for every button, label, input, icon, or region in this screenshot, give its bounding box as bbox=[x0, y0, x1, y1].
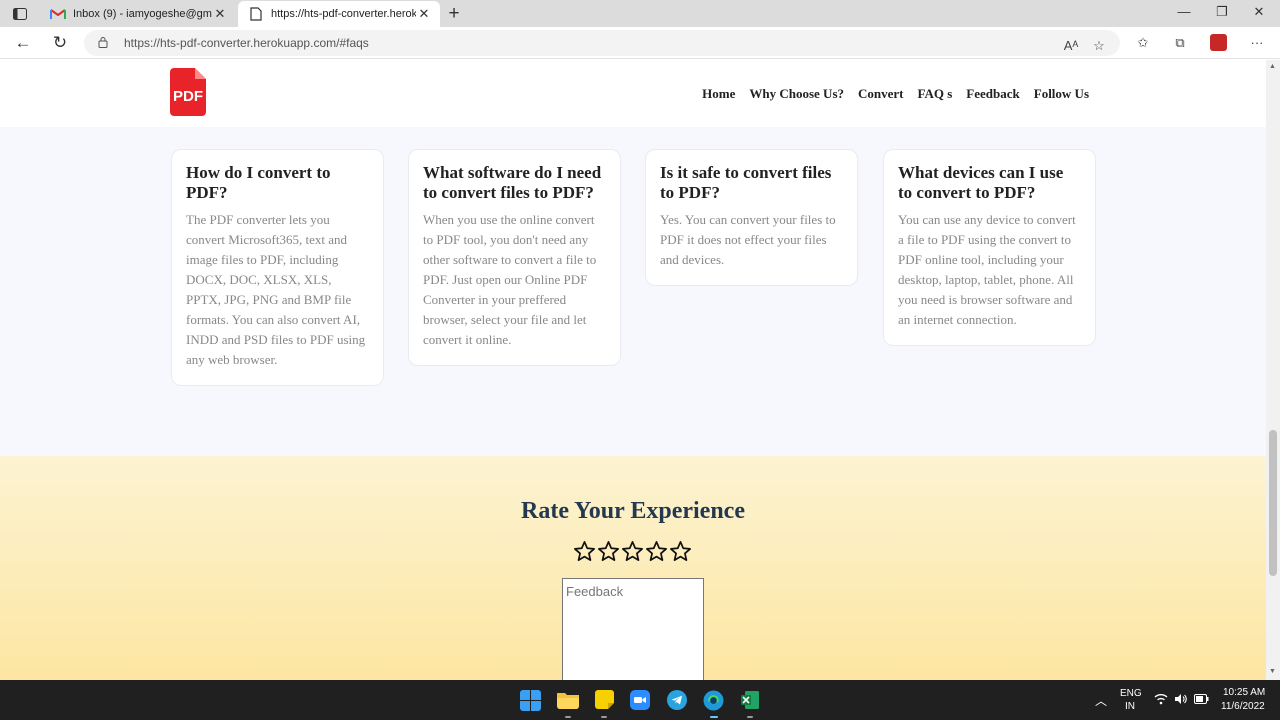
pdf-logo-icon[interactable]: PDF bbox=[170, 68, 206, 116]
running-indicator bbox=[747, 716, 753, 718]
scroll-up-icon[interactable]: ▲ bbox=[1269, 63, 1276, 70]
page-viewport: PDF Home Why Choose Us? Convert FAQ s Fe… bbox=[0, 60, 1266, 680]
lock-icon bbox=[98, 37, 108, 48]
page-scrollbar[interactable]: ▲ ▼ bbox=[1266, 60, 1280, 680]
active-indicator bbox=[710, 716, 718, 718]
sticky-notes-icon[interactable] bbox=[595, 690, 614, 709]
wifi-icon[interactable] bbox=[1154, 693, 1168, 705]
star-icon[interactable] bbox=[597, 540, 620, 563]
url-field[interactable]: https://hts-pdf-converter.herokuapp.com/… bbox=[84, 30, 1120, 56]
tab-actions-icon[interactable] bbox=[10, 5, 30, 23]
nav-follow-us[interactable]: Follow Us bbox=[1034, 86, 1089, 102]
clock-date: 11/6/2022 bbox=[1221, 701, 1265, 712]
faq-question: Is it safe to convert files to PDF? bbox=[660, 163, 832, 202]
file-explorer-icon[interactable] bbox=[557, 691, 579, 709]
nav-why-choose-us[interactable]: Why Choose Us? bbox=[749, 86, 844, 102]
extension-icon[interactable] bbox=[1210, 34, 1227, 51]
faq-answer: You can use any device to convert a file… bbox=[898, 212, 1076, 327]
close-tab-icon[interactable]: ✕ bbox=[416, 6, 432, 22]
window-close-icon[interactable]: ✕ bbox=[1249, 4, 1269, 20]
start-icon[interactable] bbox=[520, 690, 541, 711]
rating-section: Rate Your Experience bbox=[0, 456, 1266, 680]
nav-feedback[interactable]: Feedback bbox=[966, 86, 1019, 102]
star-icon[interactable] bbox=[645, 540, 668, 563]
telegram-icon[interactable] bbox=[667, 690, 687, 710]
logo-text: PDF bbox=[173, 88, 203, 105]
refresh-icon[interactable]: ↻ bbox=[49, 32, 71, 54]
browser-tab-bar: Inbox (9) - iamyogeshe@gmail.c ✕ https:/… bbox=[0, 0, 1280, 27]
nav-home[interactable]: Home bbox=[702, 86, 735, 102]
url-text: https://hts-pdf-converter.herokuapp.com/… bbox=[124, 36, 369, 50]
faq-answer: Yes. You can convert your files to PDF i… bbox=[660, 212, 836, 267]
nav-faqs[interactable]: FAQ s bbox=[918, 86, 953, 102]
running-indicator bbox=[601, 716, 607, 718]
favorite-add-icon[interactable]: ☆ bbox=[1090, 38, 1108, 54]
feedback-textarea[interactable] bbox=[562, 578, 704, 680]
faq-card: What software do I need to convert files… bbox=[408, 149, 621, 366]
rating-title: Rate Your Experience bbox=[521, 498, 745, 524]
battery-icon[interactable] bbox=[1194, 694, 1209, 704]
star-icon[interactable] bbox=[669, 540, 692, 563]
address-bar: ← ↻ https://hts-pdf-converter.herokuapp.… bbox=[0, 27, 1280, 59]
tab-title: Inbox (9) - iamyogeshe@gmail.c bbox=[73, 8, 212, 20]
minimize-icon[interactable]: — bbox=[1174, 4, 1194, 19]
running-indicator bbox=[565, 716, 571, 718]
faq-card: Is it safe to convert files to PDF? Yes.… bbox=[645, 149, 858, 286]
star-icon[interactable] bbox=[573, 540, 596, 563]
excel-icon[interactable] bbox=[740, 690, 760, 710]
star-rating bbox=[573, 540, 692, 563]
new-tab-button[interactable]: + bbox=[444, 3, 464, 25]
region-indicator: IN bbox=[1125, 701, 1135, 712]
faq-section: How do I convert to PDF? The PDF convert… bbox=[0, 127, 1266, 456]
main-nav: Home Why Choose Us? Convert FAQ s Feedba… bbox=[702, 86, 1089, 102]
scroll-thumb[interactable] bbox=[1269, 430, 1277, 576]
language-indicator[interactable]: ENG bbox=[1120, 688, 1142, 699]
tray-overflow-icon[interactable]: ︿ bbox=[1095, 692, 1107, 709]
page-icon bbox=[248, 6, 264, 22]
tab-gmail[interactable]: Inbox (9) - iamyogeshe@gmail.c ✕ bbox=[40, 1, 236, 27]
faq-question: What devices can I use to convert to PDF… bbox=[898, 163, 1064, 202]
close-tab-icon[interactable]: ✕ bbox=[212, 6, 228, 22]
restore-icon[interactable]: ❐ bbox=[1212, 4, 1232, 20]
nav-convert[interactable]: Convert bbox=[858, 86, 904, 102]
more-menu-icon[interactable]: ··· bbox=[1248, 35, 1266, 50]
windows-taskbar: ︿ ENG IN 10:25 AM 11/6/2022 bbox=[0, 680, 1280, 720]
volume-icon[interactable] bbox=[1174, 693, 1188, 705]
star-icon[interactable] bbox=[621, 540, 644, 563]
gmail-icon bbox=[50, 6, 66, 22]
favorites-icon[interactable]: ✩ bbox=[1134, 35, 1152, 51]
collections-icon[interactable]: ⧉ bbox=[1171, 35, 1189, 51]
clock-time[interactable]: 10:25 AM bbox=[1223, 687, 1265, 698]
back-icon[interactable]: ← bbox=[12, 32, 34, 54]
faq-card: How do I convert to PDF? The PDF convert… bbox=[171, 149, 384, 386]
scroll-down-icon[interactable]: ▼ bbox=[1269, 668, 1276, 675]
edge-icon[interactable] bbox=[703, 690, 724, 711]
tab-title: https://hts-pdf-converter.heroku bbox=[271, 8, 416, 20]
faq-card: What devices can I use to convert to PDF… bbox=[883, 149, 1096, 346]
faq-question: What software do I need to convert files… bbox=[423, 163, 602, 202]
faq-question: How do I convert to PDF? bbox=[186, 163, 331, 202]
tab-pdf-converter[interactable]: https://hts-pdf-converter.heroku ✕ bbox=[238, 1, 440, 27]
faq-answer: When you use the online convert to PDF t… bbox=[423, 212, 597, 347]
faq-answer: The PDF converter lets you convert Micro… bbox=[186, 212, 366, 367]
read-aloud-icon[interactable]: Aᴬ bbox=[1062, 38, 1080, 53]
zoom-icon[interactable] bbox=[630, 690, 650, 710]
site-header: PDF Home Why Choose Us? Convert FAQ s Fe… bbox=[0, 60, 1266, 127]
